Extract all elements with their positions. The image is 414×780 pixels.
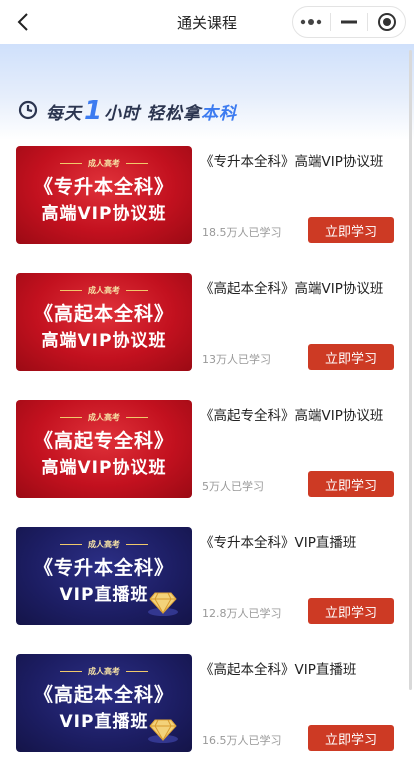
slogan: 每天 1 小时 轻松拿 本科: [18, 92, 237, 126]
more-button[interactable]: [293, 7, 330, 37]
course-cover[interactable]: 成人高考 《专升本全科》 高端VIP协议班: [16, 146, 192, 244]
start-learning-button[interactable]: 立即学习: [308, 598, 394, 624]
cover-tag: 成人高考: [54, 412, 154, 423]
cover-tag: 成人高考: [54, 666, 154, 677]
mini-program-capsule: [292, 6, 406, 38]
slogan-middle: 小时 轻松拿: [104, 104, 202, 124]
course-title[interactable]: 《高起专全科》高端VIP协议班: [200, 406, 406, 426]
cover-title: 《高起专全科》: [33, 430, 174, 452]
cover-tag: 成人高考: [54, 285, 154, 296]
back-button[interactable]: [8, 7, 38, 37]
close-button[interactable]: [368, 7, 405, 37]
chevron-left-icon: [17, 13, 28, 31]
cover-subtitle: 高端VIP协议班: [41, 458, 167, 478]
course-title[interactable]: 《高起本全科》VIP直播班: [200, 660, 406, 680]
cover-title: 《高起本全科》: [33, 684, 174, 706]
start-learning-button[interactable]: 立即学习: [308, 344, 394, 370]
course-list: 成人高考 《专升本全科》 高端VIP协议班 《专升本全科》高端VIP协议班 18…: [0, 144, 414, 779]
cover-subtitle: 高端VIP协议班: [41, 331, 167, 351]
close-target-icon: [377, 13, 396, 31]
slogan-prefix: 每天: [46, 104, 82, 124]
learner-count: 16.5万人已学习: [202, 734, 282, 747]
more-icon: [301, 19, 322, 25]
cover-title: 《专升本全科》: [33, 176, 174, 198]
course-item[interactable]: 成人高考 《高起专全科》 高端VIP协议班 《高起专全科》高端VIP协议班 5万…: [0, 398, 414, 525]
minimize-icon: [341, 20, 357, 24]
course-title[interactable]: 《专升本全科》VIP直播班: [200, 533, 406, 553]
cover-subtitle: VIP直播班: [59, 585, 149, 605]
cover-subtitle: 高端VIP协议班: [41, 204, 167, 224]
course-item[interactable]: 成人高考 《专升本全科》 VIP直播班 《专升本全科》VIP直播班 12.8万人…: [0, 525, 414, 652]
cover-tag: 成人高考: [54, 158, 154, 169]
course-item[interactable]: 成人高考 《高起本全科》 高端VIP协议班 《高起本全科》高端VIP协议班 13…: [0, 271, 414, 398]
course-cover[interactable]: 成人高考 《高起本全科》 高端VIP协议班: [16, 273, 192, 371]
learner-count: 5万人已学习: [202, 480, 264, 493]
course-title[interactable]: 《高起本全科》高端VIP协议班: [200, 279, 406, 299]
minimize-button[interactable]: [331, 7, 368, 37]
slogan-number: 1: [84, 96, 103, 126]
course-cover[interactable]: 成人高考 《专升本全科》 VIP直播班: [16, 527, 192, 625]
learner-count: 18.5万人已学习: [202, 226, 282, 239]
start-learning-button[interactable]: 立即学习: [308, 217, 394, 243]
start-learning-button[interactable]: 立即学习: [308, 725, 394, 751]
course-title[interactable]: 《专升本全科》高端VIP协议班: [200, 152, 406, 172]
course-cover[interactable]: 成人高考 《高起本全科》 VIP直播班: [16, 654, 192, 752]
start-learning-button[interactable]: 立即学习: [308, 471, 394, 497]
course-page: 通关课程 每天 1 小时 轻松拿 本科 成人高考 《专升本全科》 高端VIP协议…: [0, 0, 414, 780]
diamond-icon: [148, 719, 178, 743]
scrollbar[interactable]: [409, 50, 412, 690]
course-item[interactable]: 成人高考 《高起本全科》 VIP直播班 《高起本全科》VIP直播班 16.5万人…: [0, 652, 414, 779]
diamond-icon: [148, 592, 178, 616]
cover-title: 《专升本全科》: [33, 557, 174, 579]
cover-title: 《高起本全科》: [33, 303, 174, 325]
nav-bar: 通关课程: [0, 0, 414, 44]
learner-count: 12.8万人已学习: [202, 607, 282, 620]
cover-subtitle: VIP直播班: [59, 712, 149, 732]
clock-icon: [18, 100, 38, 120]
course-item[interactable]: 成人高考 《专升本全科》 高端VIP协议班 《专升本全科》高端VIP协议班 18…: [0, 144, 414, 271]
course-cover[interactable]: 成人高考 《高起专全科》 高端VIP协议班: [16, 400, 192, 498]
page-title: 通关课程: [176, 13, 237, 32]
slogan-accent: 本科: [201, 104, 238, 124]
cover-tag: 成人高考: [54, 539, 154, 550]
learner-count: 13万人已学习: [202, 353, 271, 366]
